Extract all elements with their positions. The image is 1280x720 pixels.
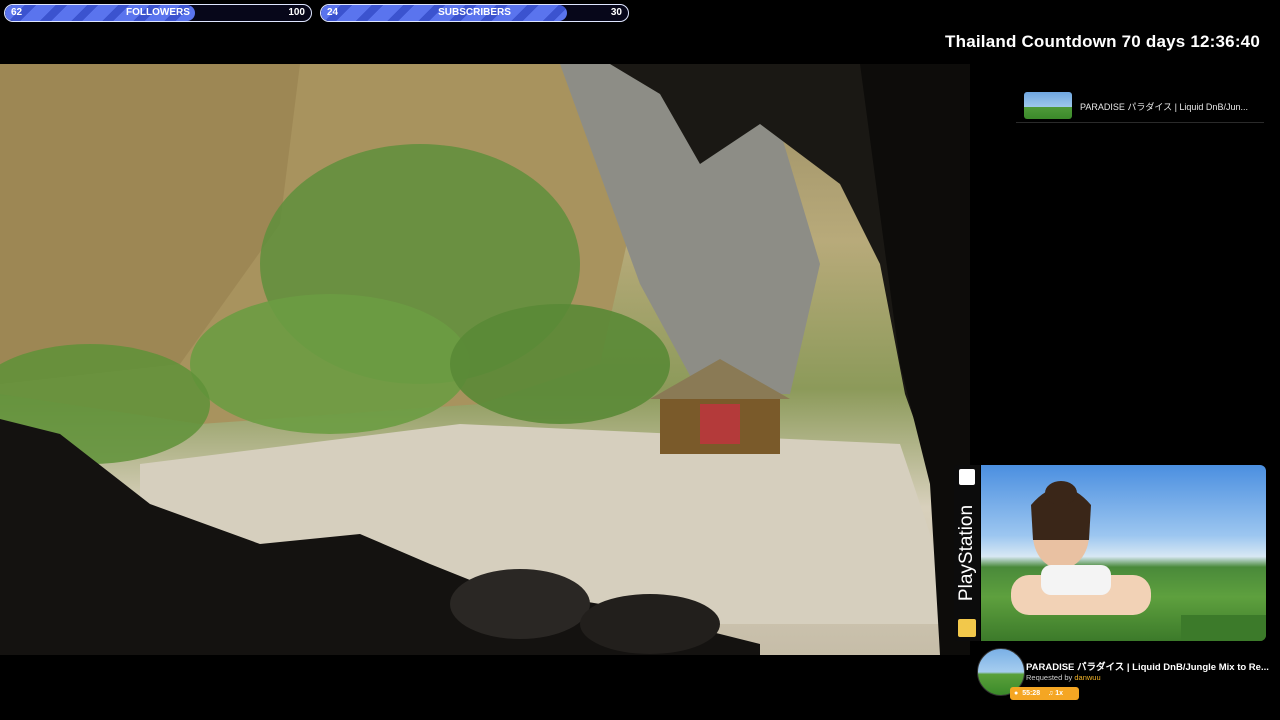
subscribers-goal-label: SUBSCRIBERS — [438, 7, 511, 18]
clock-icon: ● — [1014, 690, 1019, 697]
followers-goal-bar: FOLLOWERS 62 100 — [4, 4, 312, 22]
followers-goal-target: 100 — [288, 7, 305, 18]
now-playing-title: PARADISE パラダイス | Liquid DnB/Jungle Mix t… — [1026, 662, 1269, 673]
rating-badge-icon — [958, 619, 976, 637]
now-playing-time: 55:28 — [1022, 690, 1041, 697]
followers-goal-current: 62 — [11, 7, 23, 18]
requester-name: danwuu — [1074, 673, 1101, 682]
background-scene — [0, 64, 970, 655]
queue-item-title: PARADISE パラダイス | Liquid DnB/Jun... — [1080, 102, 1248, 112]
playstation-logo-icon — [959, 469, 975, 485]
video-feed — [981, 465, 1266, 641]
playstation-wordmark: PlayStation — [956, 504, 977, 602]
stream-overlay: FOLLOWERS 62 100 SUBSCRIBERS 24 30 Thail… — [0, 0, 1280, 720]
now-playing-requested-by: Requested by danwuu — [1026, 673, 1101, 682]
now-playing-badge: ● 55:28 ♫ 1x — [1010, 687, 1079, 700]
queue-thumbnail — [1024, 92, 1072, 119]
subscribers-goal-target: 30 — [610, 7, 622, 18]
playstation-strip: PlayStation — [954, 465, 980, 641]
queue-item: PARADISE パラダイス | Liquid DnB/Jun... — [1016, 90, 1264, 123]
requested-prefix: Requested by — [1026, 673, 1075, 682]
music-note-icon: ♫ — [1048, 690, 1054, 697]
subscribers-goal-bar: SUBSCRIBERS 24 30 — [320, 4, 629, 22]
followers-goal-label: FOLLOWERS — [126, 7, 190, 18]
subscribers-goal-current: 24 — [327, 7, 339, 18]
countdown-timer: Thailand Countdown 70 days 12:36:40 — [945, 32, 1260, 51]
now-playing-volume: 1x — [1055, 690, 1064, 697]
